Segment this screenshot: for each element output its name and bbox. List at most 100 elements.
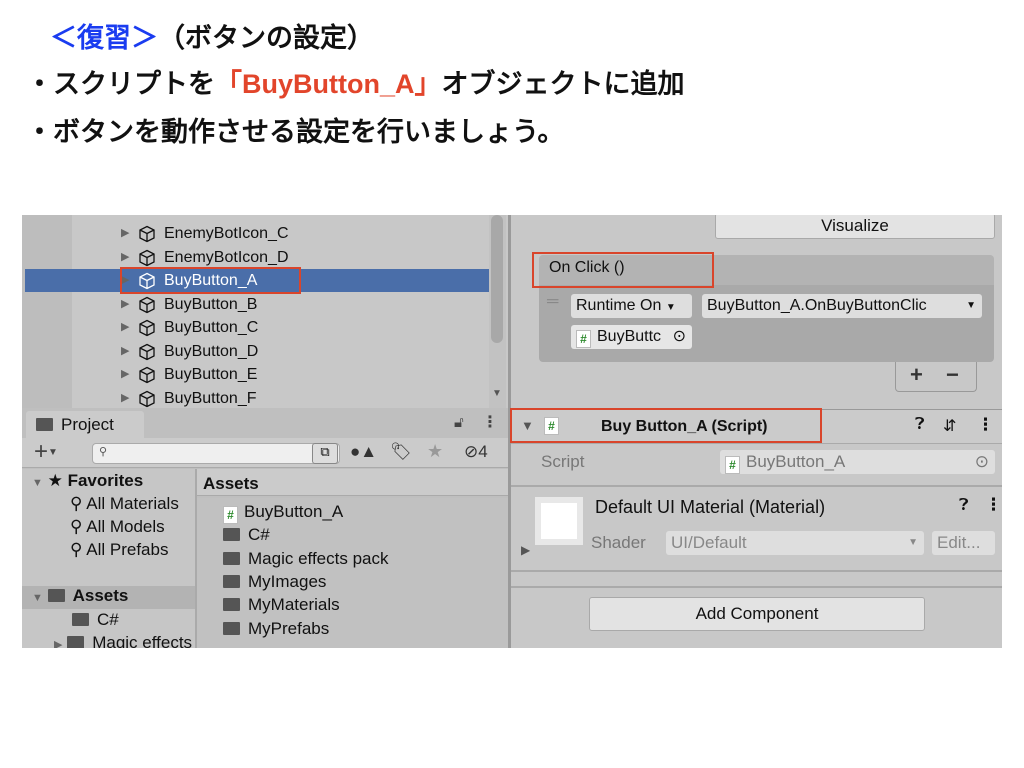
drag-handle-icon[interactable]: ═ [547,293,558,311]
search-input[interactable]: ⚲ [92,443,340,464]
asset-item[interactable]: C# [223,525,270,545]
tab-project[interactable]: Project [26,411,144,438]
object-picker-icon[interactable]: ⊙ [673,325,686,349]
heading-rest: （ボタンの設定） [158,23,374,53]
asset-item[interactable]: MyImages [223,572,326,592]
bullet-2: ・ボタンを動作させる設定を行いましょう。 [26,117,565,147]
hierarchy-item[interactable]: ▶ EnemyBotIcon_C [25,222,491,245]
item-label: BuyButton_F [164,389,257,407]
more-icon[interactable]: ⋮ [985,495,1002,515]
script-field: # BuyButton_A ⊙ [720,450,995,474]
shader-dropdown[interactable]: UI/Default ▼ [666,531,924,555]
filter-by-type-icon[interactable]: ●▲ [350,442,377,462]
assets-header: Assets [197,469,508,496]
hierarchy-item[interactable]: ▶ BuyButton_E [25,363,491,386]
label: Favorites [67,471,144,490]
add-item-button[interactable]: + [910,362,923,388]
expand-arrow-icon[interactable]: ▶ [121,340,129,363]
visualize-button[interactable]: Visualize [715,215,995,239]
script-icon: # [223,506,238,524]
hidden-count: 4 [478,442,488,461]
expand-arrow-icon[interactable]: ▶ [121,316,129,339]
item-label: BuyButton_E [164,366,258,383]
asset-item[interactable]: MyMaterials [223,595,340,615]
object-field[interactable]: # BuyButtc ⊙ [571,325,692,349]
tree-assets[interactable]: ▼ Assets [22,586,195,609]
edit-shader-button[interactable]: Edit... [932,531,995,555]
chevron-down-icon: ▼ [908,537,918,548]
expand-icon[interactable]: ▶ [521,543,530,557]
hierarchy-item[interactable]: ▶ BuyButton_C [25,316,491,339]
item-label: EnemyBotIcon_C [164,225,289,242]
label: All Models [86,517,165,536]
help-icon[interactable]: ❓︎ [959,497,969,515]
runtime-dropdown[interactable]: Runtime On ▼ [571,294,692,318]
asset-item[interactable]: Magic effects pack [223,549,388,569]
preset-icon[interactable]: ⇵ [943,416,956,436]
onclick-list: ═ Runtime On ▼ BuyButton_A.OnBuyButtonCl… [539,285,994,362]
favorite-star-icon[interactable]: ★ [427,441,443,462]
label: All Materials [86,494,179,513]
highlight-box [510,408,822,443]
expand-arrow-icon[interactable]: ▶ [121,363,129,386]
folder-icon [67,636,85,648]
bullet-highlight: 「BuyButton_A」 [215,69,442,99]
scroll-down-icon[interactable]: ▼ [492,388,502,399]
bullet-1: ・スクリプトを「BuyButton_A」オブジェクトに追加 [26,62,684,101]
tree-item[interactable]: C# [72,610,119,630]
fav-all-materials[interactable]: ⚲ All Materials [70,494,195,514]
gameobject-cube-icon [139,390,155,407]
highlight-box [120,267,301,294]
more-icon[interactable]: ⋮ [977,415,994,435]
item-label: BuyButton_D [164,342,259,360]
folder-icon [223,621,240,635]
fav-all-models[interactable]: ⚲ All Models [70,517,165,537]
heading-accent: ＜復習＞ [50,23,158,53]
function-dropdown[interactable]: BuyButton_A.OnBuyButtonClic ▼ [702,294,982,318]
asset-label: BuyButton_A [244,502,344,521]
folder-icon [223,574,240,588]
project-panel: Project 🔓︎ ⋮ +▼ ⚲ ⧉ ●▲ 🏷︎ ★ ⊘4 ▼ ★ Favor… [22,408,508,648]
tree-item[interactable]: ▶ Magic effects pack [54,633,195,648]
material-preview [535,497,583,545]
hidden-packages-toggle[interactable]: ⊘4 [464,442,488,462]
label: Assets [72,586,129,605]
add-component-button[interactable]: Add Component [589,597,925,631]
hierarchy-item[interactable]: ▶ BuyButton_F [25,387,491,410]
eye-slash-icon: ⊘ [464,442,479,461]
divider [511,570,1002,572]
label: All Prefabs [86,540,169,559]
asset-label: MyMaterials [248,595,340,615]
expand-arrow-icon[interactable]: ▶ [121,222,129,245]
favorites-header[interactable]: ▼ ★ Favorites [32,471,143,491]
shader-label: Shader [591,533,646,552]
hierarchy-item[interactable]: ▶ EnemyBotIcon_D [25,246,491,269]
value: BuyButton_A [746,452,846,471]
hierarchy-item[interactable]: ▶ BuyButton_B [25,293,491,316]
asset-item[interactable]: # BuyButton_A [223,502,343,524]
expand-arrow-icon[interactable]: ▶ [121,387,129,410]
slide-heading: ＜復習＞（ボタンの設定） [50,16,374,55]
expand-arrow-icon[interactable]: ▶ [121,246,129,269]
script-icon: # [725,456,740,474]
search-window-icon[interactable]: ⧉ [312,443,338,464]
lock-icon[interactable]: 🔓︎ [454,414,464,431]
bullet-text: ・スクリプトを [26,69,215,99]
fav-all-prefabs[interactable]: ⚲ All Prefabs [70,540,168,560]
help-icon[interactable]: ❓︎ [915,416,925,434]
value: BuyButtc [597,328,662,345]
hierarchy-scrollbar[interactable]: ▼ [489,215,506,408]
add-dropdown-button[interactable]: +▼ [34,438,58,466]
gameobject-cube-icon [139,249,155,266]
label: C# [97,610,119,629]
value: UI/Default [671,533,747,552]
remove-item-button[interactable]: − [946,362,959,388]
hierarchy-item[interactable]: ▶ BuyButton_D [25,340,491,363]
asset-item[interactable]: MyPrefabs [223,619,329,639]
chevron-down-icon: ▼ [966,300,976,311]
more-icon[interactable]: ⋮ [482,412,498,432]
script-label: Script [541,452,585,471]
label-tag-icon[interactable]: 🏷︎ [390,442,412,462]
scroll-thumb[interactable] [491,215,503,343]
expand-arrow-icon[interactable]: ▶ [121,293,129,316]
